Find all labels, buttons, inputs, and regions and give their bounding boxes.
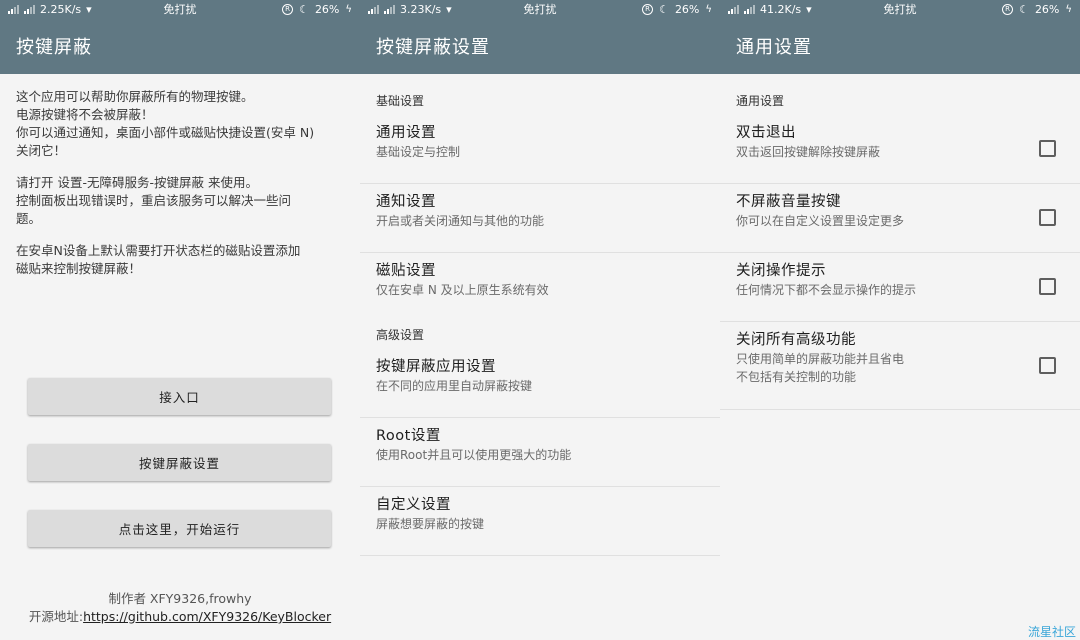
status-bar: 3.23K/s ▾ 免打扰 R ☾ 26% ϟ (360, 0, 720, 18)
screens-container: 2.25K/s ▾ 免打扰 R ☾ 26% ϟ 按键屏蔽 这个应用可以帮助你屏蔽… (0, 0, 1080, 640)
intro-paragraph: 这个应用可以帮助你屏蔽所有的物理按键。 电源按键将不会被屏蔽！ 你可以通过通知，… (16, 89, 315, 158)
checkbox[interactable] (1039, 209, 1056, 226)
section-header-advanced: 高级设置 (376, 328, 425, 342)
pref-summary: 任何情况下都不会显示操作的提示 (736, 283, 917, 297)
signal-icon-2 (384, 4, 395, 14)
pref-title: 通用设置 (376, 125, 436, 141)
battery-level: 26% (314, 2, 340, 16)
pref-summary: 你可以在自定义设置里设定更多 (736, 214, 905, 228)
pref-summary: 开启或者关闭通知与其他的功能 (376, 214, 545, 228)
pref-app-block[interactable]: 按键屏蔽应用设置 在不同的应用里自动屏蔽按键 (360, 349, 720, 418)
dnd-label: 免打扰 (883, 3, 917, 16)
pref-tile[interactable]: 磁贴设置 仅在安卓 N 及以上原生系统有效 (360, 253, 720, 322)
pref-general[interactable]: 通用设置 基础设定与控制 (360, 115, 720, 184)
status-bar: 2.25K/s ▾ 免打扰 R ☾ 26% ϟ (0, 0, 360, 18)
app-bar-title: 按键屏蔽 (0, 18, 360, 74)
pref-summary: 使用Root并且可以使用更强大的功能 (376, 448, 572, 462)
network-speed: 3.23K/s (400, 2, 442, 16)
key-block-settings-button[interactable]: 按键屏蔽设置 (28, 444, 331, 481)
intro-paragraph: 在安卓N设备上默认需要打开状态栏的磁贴设置添加 磁贴来控制按键屏蔽！ (16, 243, 301, 276)
battery-level: 26% (1034, 2, 1060, 16)
network-speed: 2.25K/s (40, 2, 82, 16)
checkbox[interactable] (1039, 140, 1056, 157)
app-bar-title: 通用设置 (720, 18, 1080, 74)
app-bar-title: 按键屏蔽设置 (360, 18, 720, 74)
charging-icon: ϟ (1065, 3, 1072, 15)
wifi-icon: ▾ (446, 2, 452, 16)
battery-level: 26% (674, 2, 700, 16)
dnd-label: 免打扰 (163, 3, 197, 16)
pref-summary: 只使用简单的屏蔽功能并且省电 不包括有关控制的功能 (736, 352, 905, 384)
pref-disable-advanced[interactable]: 关闭所有高级功能 只使用简单的屏蔽功能并且省电 不包括有关控制的功能 (720, 322, 1080, 410)
pref-root[interactable]: Root设置 使用Root并且可以使用更强大的功能 (360, 418, 720, 487)
author-credit: 制作者 XFY9326,frowhy (108, 591, 252, 606)
moon-icon: ☾ (299, 2, 309, 16)
pref-operation-tips[interactable]: 关闭操作提示 任何情况下都不会显示操作的提示 (720, 253, 1080, 322)
start-running-button[interactable]: 点击这里，开始运行 (28, 510, 331, 547)
pref-title: 关闭所有高级功能 (736, 332, 856, 348)
status-left: 41.2K/s ▾ (728, 3, 812, 16)
status-right: R ☾ 26% ϟ (1002, 3, 1072, 16)
section-header-general: 通用设置 (736, 94, 785, 108)
pref-title: 自定义设置 (376, 497, 451, 513)
network-speed: 41.2K/s (760, 2, 802, 16)
pref-summary: 仅在安卓 N 及以上原生系统有效 (376, 283, 549, 297)
pref-title: 磁贴设置 (376, 263, 436, 279)
moon-icon: ☾ (659, 2, 669, 16)
pref-title: 不屏蔽音量按键 (736, 194, 841, 210)
pref-summary: 双击返回按键解除按键屏蔽 (736, 145, 881, 159)
charging-icon: ϟ (345, 3, 352, 15)
pref-summary: 在不同的应用里自动屏蔽按键 (376, 379, 533, 393)
charging-icon: ϟ (705, 3, 712, 15)
signal-icon (368, 4, 379, 14)
checkbox[interactable] (1039, 278, 1056, 295)
signal-icon-2 (24, 4, 35, 14)
pref-custom[interactable]: 自定义设置 屏蔽想要屏蔽的按键 (360, 487, 720, 556)
status-right: R ☾ 26% ϟ (282, 3, 352, 16)
pref-summary: 屏蔽想要屏蔽的按键 (376, 517, 485, 531)
circle-r-icon: R (1002, 3, 1014, 15)
circle-r-icon: R (282, 3, 294, 15)
pref-title: 通知设置 (376, 194, 436, 210)
intro-text: 这个应用可以帮助你屏蔽所有的物理按键。 电源按键将不会被屏蔽！ 你可以通过通知，… (0, 74, 360, 278)
entry-button[interactable]: 接入口 (28, 378, 331, 415)
dnd-label: 免打扰 (523, 3, 557, 16)
pref-double-click-exit[interactable]: 双击退出 双击返回按键解除按键屏蔽 (720, 115, 1080, 184)
signal-icon (728, 4, 739, 14)
source-line: 开源地址:https://github.com/XFY9326/KeyBlock… (0, 608, 360, 626)
general-settings-screen: 41.2K/s ▾ 免打扰 R ☾ 26% ϟ 通用设置 通用设置 双击退出 双… (720, 0, 1080, 640)
pref-notification[interactable]: 通知设置 开启或者关闭通知与其他的功能 (360, 184, 720, 253)
source-link[interactable]: https://github.com/XFY9326/KeyBlocker (83, 609, 331, 624)
checkbox[interactable] (1039, 356, 1056, 374)
status-left: 2.25K/s ▾ (8, 3, 92, 16)
footer: 制作者 XFY9326,frowhy 开源地址:https://github.c… (0, 590, 360, 626)
pref-volume-keys[interactable]: 不屏蔽音量按键 你可以在自定义设置里设定更多 (720, 184, 1080, 253)
status-left: 3.23K/s ▾ (368, 3, 452, 16)
signal-icon-2 (744, 4, 755, 14)
intro-paragraph: 请打开 设置-无障碍服务-按键屏蔽 来使用。 控制面板出现错误时，重启该服务可以… (16, 175, 292, 226)
watermark: 流星社区 (1027, 625, 1076, 639)
pref-title: 关闭操作提示 (736, 263, 826, 279)
status-bar: 41.2K/s ▾ 免打扰 R ☾ 26% ϟ (720, 0, 1080, 18)
status-right: R ☾ 26% ϟ (642, 3, 712, 16)
moon-icon: ☾ (1019, 2, 1029, 16)
circle-r-icon: R (642, 3, 654, 15)
pref-summary: 基础设定与控制 (376, 145, 461, 159)
main-screen: 2.25K/s ▾ 免打扰 R ☾ 26% ϟ 按键屏蔽 这个应用可以帮助你屏蔽… (0, 0, 360, 640)
pref-title: 双击退出 (736, 125, 796, 141)
wifi-icon: ▾ (806, 2, 812, 16)
pref-title: Root设置 (376, 428, 441, 444)
wifi-icon: ▾ (86, 2, 92, 16)
settings-screen: 3.23K/s ▾ 免打扰 R ☾ 26% ϟ 按键屏蔽设置 基础设置 通用设置… (360, 0, 720, 640)
signal-icon (8, 4, 19, 14)
source-label: 开源地址: (28, 609, 84, 624)
section-header-basic: 基础设置 (376, 94, 425, 108)
pref-title: 按键屏蔽应用设置 (376, 359, 496, 375)
